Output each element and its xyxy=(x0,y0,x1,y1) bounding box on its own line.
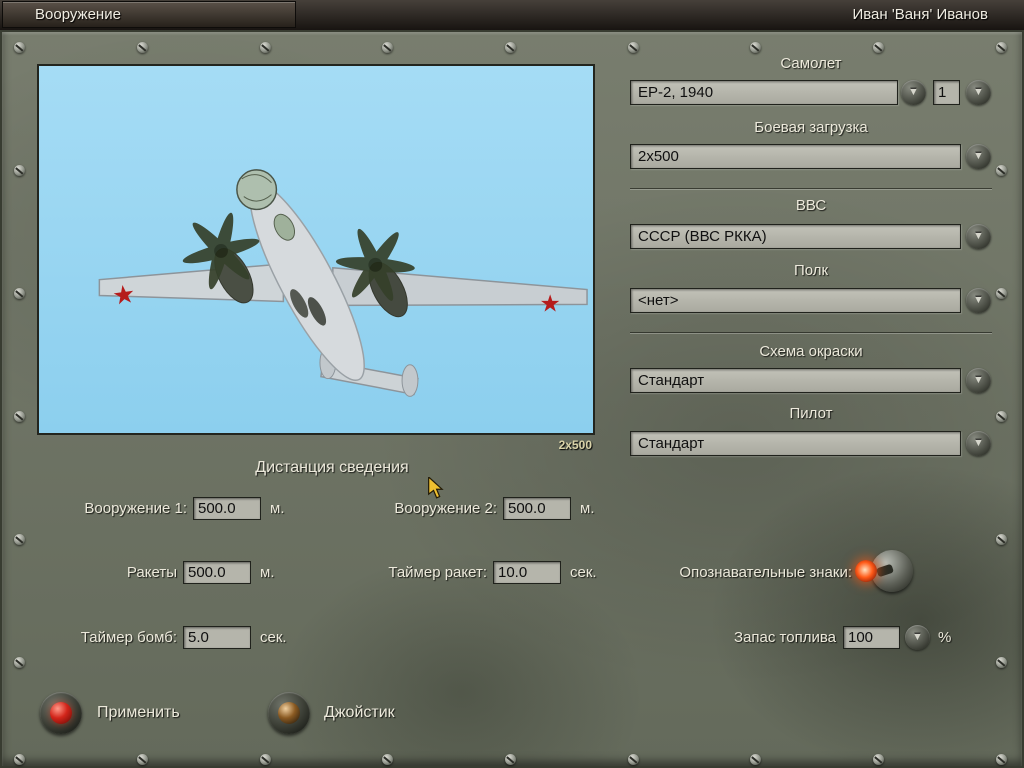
screw-icon xyxy=(14,411,25,422)
loadout-select[interactable]: 2x500 xyxy=(630,144,961,169)
svg-text:★: ★ xyxy=(110,279,137,312)
top-bar: Вооружение Иван 'Ваня' Иванов xyxy=(0,0,1024,30)
screw-icon xyxy=(382,42,393,53)
bomb-timer-input[interactable] xyxy=(183,626,251,649)
apply-button-label: Применить xyxy=(97,703,180,723)
screw-icon xyxy=(505,42,516,53)
aircraft-select[interactable]: ЕР-2, 1940 xyxy=(630,80,898,105)
markings-label: Опознавательные знаки: xyxy=(614,563,852,583)
screw-icon xyxy=(14,534,25,545)
screw-icon xyxy=(996,411,1007,422)
bomb-timer-label: Таймер бомб: xyxy=(32,628,177,648)
fuel-input[interactable] xyxy=(843,626,900,649)
airforce-label: ВВС xyxy=(630,196,992,216)
loadout-caption: 2x500 xyxy=(432,438,592,452)
aircraft-count-dropdown-button[interactable]: ▼ xyxy=(966,80,991,105)
regiment-label: Полк xyxy=(630,261,992,281)
pilot-select[interactable]: Стандарт xyxy=(630,431,961,456)
red-button-icon xyxy=(50,702,72,724)
screw-icon xyxy=(873,754,884,765)
screw-icon xyxy=(137,42,148,53)
rockets-label: Ракеты xyxy=(32,563,177,583)
joystick-button[interactable] xyxy=(268,692,310,734)
aircraft-dropdown-button[interactable]: ▼ xyxy=(901,80,926,105)
screw-icon xyxy=(14,42,25,53)
fuel-unit: % xyxy=(938,628,951,648)
weapon2-convergence-input[interactable] xyxy=(503,497,571,520)
weapon1-unit: м. xyxy=(270,499,284,519)
screw-icon xyxy=(14,754,25,765)
pilot-dropdown-button[interactable]: ▼ xyxy=(966,431,991,456)
convergence-title: Дистанция сведения xyxy=(182,458,482,478)
pilot-label: Пилот xyxy=(630,404,992,424)
weapon1-label: Вооружение 1: xyxy=(32,499,187,519)
red-indicator-lamp-icon xyxy=(855,560,877,582)
screw-icon xyxy=(137,754,148,765)
weapon2-unit: м. xyxy=(580,499,594,519)
rocket-timer-label: Таймер ракет: xyxy=(332,563,487,583)
separator xyxy=(630,332,992,334)
screw-icon xyxy=(873,42,884,53)
aircraft-label: Самолет xyxy=(630,54,992,74)
screw-icon xyxy=(260,42,271,53)
regiment-dropdown-button[interactable]: ▼ xyxy=(966,288,991,313)
rockets-convergence-input[interactable] xyxy=(183,561,251,584)
screw-icon xyxy=(996,288,1007,299)
paint-scheme-dropdown-button[interactable]: ▼ xyxy=(966,368,991,393)
bomb-timer-unit: сек. xyxy=(260,628,287,648)
screw-icon xyxy=(505,754,516,765)
amber-button-icon xyxy=(278,702,300,724)
screw-icon xyxy=(14,288,25,299)
loadout-label: Боевая загрузка xyxy=(630,118,992,138)
tab-armament[interactable]: Вооружение xyxy=(2,1,296,28)
aircraft-preview: ★ ★ xyxy=(37,64,595,435)
aircraft-count-field[interactable] xyxy=(933,80,960,105)
screw-icon xyxy=(260,754,271,765)
armament-screen: Вооружение Иван 'Ваня' Иванов xyxy=(0,0,1024,768)
chevron-down-icon: ▼ xyxy=(973,231,984,242)
chevron-down-icon: ▼ xyxy=(973,295,984,306)
main-panel: ★ ★ 2x500 Самолет ЕР-2, 1940 ▼ ▼ Боевая … xyxy=(0,30,1024,768)
markings-toggle[interactable] xyxy=(855,547,913,595)
airforce-select[interactable]: СССР (ВВС РККА) xyxy=(630,224,961,249)
regiment-select[interactable]: <нет> xyxy=(630,288,961,313)
screw-icon xyxy=(628,42,639,53)
screw-icon xyxy=(996,657,1007,668)
screw-icon xyxy=(996,534,1007,545)
mouse-cursor-icon xyxy=(427,477,445,499)
chevron-down-icon: ▼ xyxy=(973,438,984,449)
screw-icon xyxy=(996,754,1007,765)
chevron-down-icon: ▼ xyxy=(973,375,984,386)
weapon2-label: Вооружение 2: xyxy=(342,499,497,519)
weapon1-convergence-input[interactable] xyxy=(193,497,261,520)
paint-scheme-select[interactable]: Стандарт xyxy=(630,368,961,393)
screw-icon xyxy=(996,42,1007,53)
separator xyxy=(630,188,992,190)
fuel-label: Запас топлива xyxy=(690,628,836,648)
rockets-unit: м. xyxy=(260,563,274,583)
screw-icon xyxy=(996,165,1007,176)
aircraft-image: ★ ★ xyxy=(39,66,593,433)
airforce-dropdown-button[interactable]: ▼ xyxy=(966,224,991,249)
loadout-dropdown-button[interactable]: ▼ xyxy=(966,144,991,169)
screw-icon xyxy=(750,42,761,53)
player-name: Иван 'Ваня' Иванов xyxy=(852,0,988,30)
chevron-down-icon: ▼ xyxy=(973,151,984,162)
screw-icon xyxy=(14,657,25,668)
paint-scheme-label: Схема окраски xyxy=(630,342,992,362)
chevron-down-icon: ▼ xyxy=(973,87,984,98)
chevron-down-icon: ▼ xyxy=(912,632,923,643)
chevron-down-icon: ▼ xyxy=(908,87,919,98)
screw-icon xyxy=(14,165,25,176)
screw-icon xyxy=(382,754,393,765)
joystick-button-label: Джойстик xyxy=(324,703,395,723)
fuel-dropdown-button[interactable]: ▼ xyxy=(905,625,930,650)
screw-icon xyxy=(628,754,639,765)
rocket-timer-input[interactable] xyxy=(493,561,561,584)
screw-icon xyxy=(750,754,761,765)
rocket-timer-unit: сек. xyxy=(570,563,597,583)
svg-text:★: ★ xyxy=(540,289,561,317)
apply-button[interactable] xyxy=(40,692,82,734)
